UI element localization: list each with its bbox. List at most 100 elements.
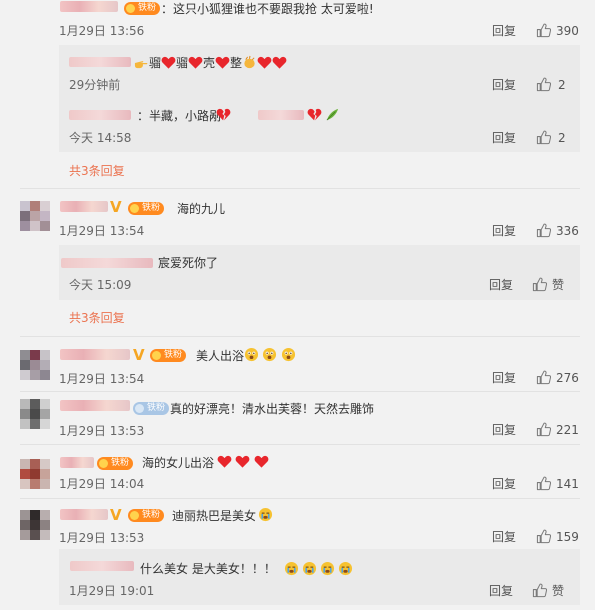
- surprised-face-icon: [262, 347, 277, 362]
- like-label[interactable]: 赞: [552, 278, 564, 292]
- crying-face-icon: [258, 507, 273, 522]
- crying-face-icon: [320, 561, 335, 576]
- commenter-name-blurred[interactable]: [60, 400, 130, 411]
- reply-button[interactable]: 回复: [492, 24, 516, 38]
- v-badge-icon: V: [110, 198, 122, 216]
- reply-button[interactable]: 回复: [492, 477, 516, 491]
- divider: [20, 391, 580, 392]
- like-count: 336: [556, 224, 579, 238]
- heart-icon: [257, 55, 272, 70]
- fan-badge: 铁粉: [150, 349, 187, 362]
- fan-badge: 铁粉: [97, 457, 134, 470]
- thumbs-up-icon[interactable]: [532, 583, 547, 598]
- heart-icon: [215, 55, 230, 70]
- divider: [20, 444, 580, 445]
- replier-name-blurred[interactable]: [69, 57, 131, 67]
- reply-button[interactable]: 回复: [492, 131, 516, 145]
- crying-face-icon: [338, 561, 353, 576]
- comment-time: 1月29日 13:56: [59, 24, 145, 38]
- pointing-hand-icon: [134, 55, 149, 70]
- surprised-face-icon: [244, 347, 259, 362]
- reply-text: 宸爱死你了: [158, 256, 219, 270]
- avatar[interactable]: [20, 201, 50, 231]
- thumbs-up-icon[interactable]: [536, 223, 551, 238]
- like-count: 2: [558, 131, 566, 145]
- view-more-replies[interactable]: 共3条回复: [69, 164, 125, 178]
- thumbs-up-icon[interactable]: [536, 77, 551, 92]
- like-count: 390: [556, 24, 579, 38]
- avatar[interactable]: [20, 459, 50, 489]
- heart-icon: [217, 454, 232, 469]
- fan-badge: 铁粉: [128, 509, 165, 522]
- reply-time: 29分钟前: [69, 78, 121, 92]
- avatar[interactable]: [20, 510, 50, 540]
- fan-badge: 铁粉: [124, 2, 161, 15]
- thumbs-up-icon[interactable]: [536, 476, 551, 491]
- thumbs-up-icon[interactable]: [532, 277, 547, 292]
- broken-heart-icon: [216, 107, 231, 122]
- comment-time: 1月29日 13:54: [59, 372, 145, 386]
- divider: [20, 336, 580, 337]
- commenter-name-blurred[interactable]: [60, 1, 118, 12]
- reply-button[interactable]: 回复: [489, 278, 513, 292]
- thumbs-up-icon[interactable]: [536, 23, 551, 38]
- heart-icon: [272, 55, 287, 70]
- leaf-icon: [325, 107, 340, 122]
- divider: [20, 498, 580, 499]
- commenter-name-blurred[interactable]: [60, 349, 130, 360]
- reply-button[interactable]: 回复: [492, 423, 516, 437]
- view-more-replies[interactable]: 共3条回复: [69, 311, 125, 325]
- clapping-hands-icon: [242, 55, 257, 70]
- reply-text: 骝骝壳整: [134, 55, 287, 70]
- like-label[interactable]: 赞: [552, 584, 564, 598]
- reply-button[interactable]: 回复: [492, 371, 516, 385]
- heart-icon: [254, 454, 269, 469]
- comment-text: 美人出浴: [196, 349, 245, 363]
- crying-face-icon: [302, 561, 317, 576]
- comment-time: 1月29日 13:53: [59, 531, 145, 545]
- commenter-name-blurred[interactable]: [60, 509, 108, 520]
- v-badge-icon: V: [133, 346, 145, 364]
- heart-icon: [188, 55, 203, 70]
- reply-text: ：半藏，小路剐: [137, 109, 222, 123]
- comment-time: 1月29日 14:04: [59, 477, 145, 491]
- reply-button[interactable]: 回复: [489, 584, 513, 598]
- reply-button[interactable]: 回复: [492, 224, 516, 238]
- comment-text: 迪丽热巴是美女: [172, 509, 257, 523]
- commenter-name-blurred[interactable]: [60, 201, 108, 212]
- like-count: 2: [558, 78, 566, 92]
- avatar[interactable]: [20, 399, 50, 429]
- surprised-face-icon: [281, 347, 296, 362]
- v-badge-icon: V: [110, 506, 122, 524]
- heart-icon: [161, 55, 176, 70]
- comment-text: ：这只小狐狸谁也不要跟我抢 太可爱啦!: [161, 2, 374, 16]
- blurred-text: [258, 110, 304, 120]
- reply-time: 今天 15:09: [69, 278, 132, 292]
- fan-badge: 铁粉: [133, 402, 170, 415]
- avatar[interactable]: [20, 350, 50, 380]
- crying-face-icon: [284, 561, 299, 576]
- replier-name-blurred[interactable]: [69, 110, 131, 120]
- reply-time: 今天 14:58: [69, 131, 132, 145]
- like-count: 159: [556, 530, 579, 544]
- thumbs-up-icon[interactable]: [536, 370, 551, 385]
- thumbs-up-icon[interactable]: [536, 130, 551, 145]
- thumbs-up-icon[interactable]: [536, 422, 551, 437]
- fan-badge: 铁粉: [128, 202, 165, 215]
- replier-name-blurred[interactable]: [70, 561, 134, 571]
- commenter-name-blurred[interactable]: [60, 457, 94, 468]
- divider: [20, 188, 580, 189]
- like-count: 221: [556, 423, 579, 437]
- reply-button[interactable]: 回复: [492, 530, 516, 544]
- comment-text: 真的好漂亮！清水出芙蓉！天然去雕饰: [170, 402, 375, 416]
- reply-text: 什么美女 是大美女！！！: [140, 562, 276, 576]
- comment-time: 1月29日 13:53: [59, 424, 145, 438]
- like-count: 141: [556, 477, 579, 491]
- heart-icon: [235, 454, 250, 469]
- replier-name-blurred[interactable]: [61, 258, 153, 268]
- reply-time: 1月29日 19:01: [69, 584, 155, 598]
- broken-heart-icon: [307, 107, 322, 122]
- like-count: 276: [556, 371, 579, 385]
- thumbs-up-icon[interactable]: [536, 529, 551, 544]
- reply-button[interactable]: 回复: [492, 78, 516, 92]
